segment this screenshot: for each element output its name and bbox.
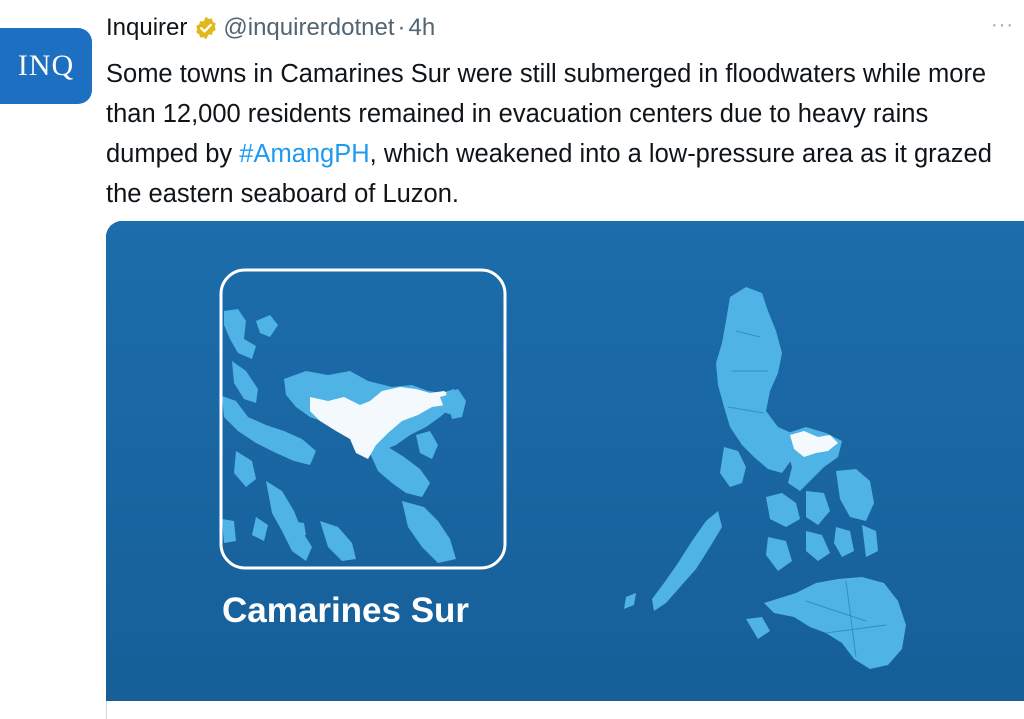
avatar-logo-text: INQ [17,49,75,82]
author-handle[interactable]: @inquirerdotnet [223,14,394,42]
media-card-footer [106,701,1024,719]
author-name[interactable]: Inquirer [106,14,187,42]
tweet-header: Inquirer @inquirerdotnet · 4h [106,10,435,46]
tweet-media-image[interactable]: Camarines Sur [106,221,1024,701]
separator-dot: · [397,14,406,41]
verified-badge-icon[interactable] [193,15,219,41]
more-options-icon[interactable]: ··· [991,14,1014,37]
tweet-text: Some towns in Camarines Sur were still s… [106,54,1011,214]
map-title: Camarines Sur [222,591,470,630]
timestamp[interactable]: 4h [409,14,436,42]
avatar[interactable]: INQ [0,28,92,104]
hashtag-link[interactable]: #AmangPH [239,140,369,168]
tweet: INQ Inquirer @inquirerdotnet · 4h ··· So… [0,0,1024,719]
